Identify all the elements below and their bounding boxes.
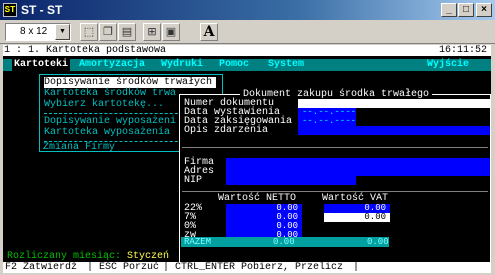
title-bar[interactable]: ST ST - ST _ □ × [0, 0, 495, 20]
hint-sep: | [87, 262, 94, 273]
copy-icon[interactable]: ❐ [99, 23, 117, 41]
total-row: RAZEM 0.00 0.00 [181, 237, 389, 247]
total-label: RAZEM [184, 237, 212, 247]
menu-item-kartoteka-wyposazenia[interactable]: Kartoteka wyposażenia [44, 127, 170, 138]
table-separator [182, 191, 488, 192]
minimize-button[interactable]: _ [441, 3, 457, 17]
opis-zdarzenia-input[interactable] [298, 126, 490, 135]
purchase-document-dialog: Dokument zakupu środka trwałego Numer do… [179, 89, 491, 269]
font-icon[interactable]: A [200, 23, 218, 41]
menu-item-kartoteka-srodkow[interactable]: Kartoteka środków trwa [44, 88, 176, 99]
menu-item-wybierz-kartoteke[interactable]: Wybierz kartotekę... [44, 99, 164, 110]
dialog-separator [182, 147, 488, 148]
properties-icon[interactable]: ▣ [162, 23, 180, 41]
fullscreen-icon[interactable]: ⊞ [143, 23, 161, 41]
menu-pomoc[interactable]: Pomoc [219, 59, 249, 71]
close-button[interactable]: × [476, 3, 492, 17]
nip-input[interactable] [226, 176, 356, 185]
total-vat: 0.00 [367, 237, 389, 247]
hint-esc: ESC Porzuć [99, 262, 160, 273]
window-title: ST - ST [21, 3, 63, 17]
data-zaksiegowania-input[interactable]: --.--.---- [298, 117, 356, 126]
paste-icon[interactable]: ▤ [118, 23, 136, 41]
toolbar: 8 x 12 ▼ ⬚ ❐ ▤ ⊞ ▣ A [0, 20, 495, 44]
menu-wydruki[interactable]: Wydruki [161, 59, 203, 71]
menu-amortyzacja[interactable]: Amortyzacja [79, 59, 145, 71]
maximize-button[interactable]: □ [458, 3, 474, 17]
breadcrumb: 1 : 1. Kartoteka podstawowa [4, 45, 167, 56]
firma-input[interactable] [226, 158, 490, 167]
total-netto: 0.00 [273, 237, 295, 247]
chevron-down-icon[interactable]: ▼ [55, 24, 70, 40]
app-icon: ST [3, 3, 17, 17]
key-hints-bar: F2 Zatwierdź | ESC Porzuć | CTRL_ENTER P… [3, 262, 491, 273]
status-month: Rozliczany miesiąc: Styczeń [7, 251, 170, 262]
hint-sep: | [163, 262, 170, 273]
vat-7-input[interactable]: 0.00 [324, 213, 390, 222]
label-opis-zdarzenia: Opis zdarzenia [184, 125, 269, 136]
mark-icon[interactable]: ⬚ [80, 23, 98, 41]
hint-ctrl: CTRL_ENTER Pobierz, Przelicz [175, 262, 344, 273]
header-bar: 1 : 1. Kartoteka podstawowa 16:11:52 [3, 45, 491, 56]
menu-item-dopisywanie-srodkow[interactable]: Dopisywanie środków trwałych [44, 77, 217, 88]
menu-system[interactable]: System [268, 59, 304, 71]
adres-input[interactable] [226, 167, 490, 176]
hint-f2: F2 Zatwierdź [5, 262, 78, 273]
menu-item-dopisywanie-wyposazenia[interactable]: Dopisywanie wyposażeni [44, 116, 176, 127]
month-value: Styczeń [127, 251, 170, 262]
menu-item-zmiana-firmy[interactable]: Zmiana Firmy [43, 142, 115, 153]
console-screen: 1 : 1. Kartoteka podstawowa 16:11:52 Kar… [3, 45, 491, 273]
clock: 16:11:52 [439, 45, 488, 56]
label-nip: NIP [184, 175, 203, 186]
hint-sep: | [353, 262, 360, 273]
font-size-select[interactable]: 8 x 12 ▼ [5, 23, 71, 41]
menu-kartoteki[interactable]: Kartoteki [12, 59, 71, 71]
menu-wyjscie[interactable]: Wyjście [427, 59, 469, 71]
font-size-value: 8 x 12 [20, 26, 48, 37]
